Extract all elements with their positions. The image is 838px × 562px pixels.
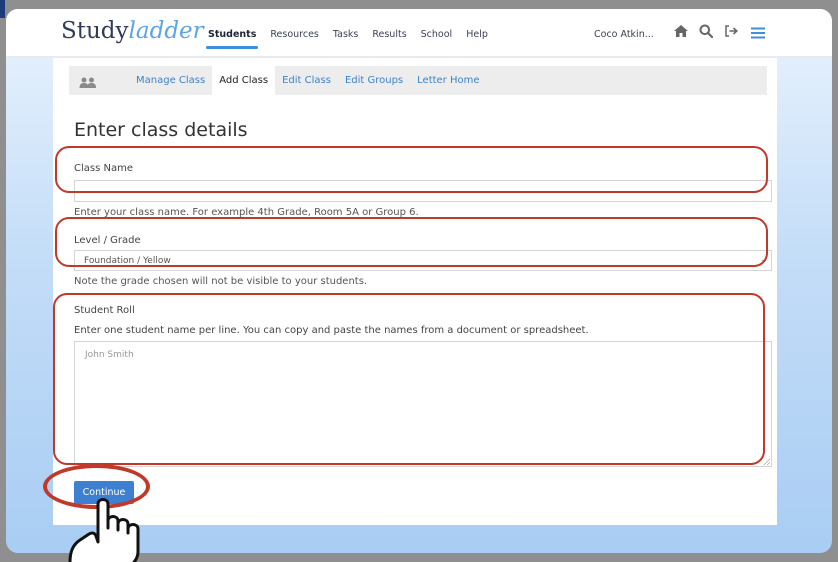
studyladder-logo[interactable]: Studyladder xyxy=(61,18,204,44)
student-roll-label: Student Roll xyxy=(74,305,135,316)
logo-text-italic: ladder xyxy=(128,18,204,44)
chevron-down-icon: ⌄ xyxy=(760,255,768,265)
level-grade-help: Note the grade chosen will not be visibl… xyxy=(74,276,368,287)
nav-resources[interactable]: Resources xyxy=(270,29,319,40)
subnav-edit-class[interactable]: Edit Class xyxy=(275,66,338,95)
browser-frame: Studyladder Students Resources Tasks Res… xyxy=(6,9,832,553)
home-icon[interactable] xyxy=(673,23,689,42)
nav-students[interactable]: Students xyxy=(205,29,259,49)
search-icon[interactable] xyxy=(699,23,714,42)
class-name-input[interactable] xyxy=(74,180,772,202)
subnav-items: Manage Class Add Class Edit Class Edit G… xyxy=(129,66,487,95)
class-subnav: Manage Class Add Class Edit Class Edit G… xyxy=(69,66,767,95)
subnav-letter-home[interactable]: Letter Home xyxy=(410,66,486,95)
level-grade-value: Foundation / Yellow xyxy=(84,256,171,266)
main-nav: Students Resources Tasks Results School … xyxy=(205,29,488,49)
subnav-edit-groups[interactable]: Edit Groups xyxy=(338,66,410,95)
corner-mark xyxy=(0,0,5,18)
nav-school[interactable]: School xyxy=(421,29,453,40)
continue-button[interactable]: Continue xyxy=(74,481,134,504)
page-title: Enter class details xyxy=(74,119,248,141)
users-icon xyxy=(79,74,97,93)
class-name-help: Enter your class name. For example 4th G… xyxy=(74,207,419,218)
logout-icon[interactable] xyxy=(724,23,739,42)
student-roll-textarea[interactable]: John Smith xyxy=(74,341,772,467)
level-grade-select[interactable]: Foundation / Yellow ⌄ xyxy=(74,250,772,271)
top-navbar: Studyladder Students Resources Tasks Res… xyxy=(6,9,832,57)
level-grade-label: Level / Grade xyxy=(74,235,141,246)
nav-results[interactable]: Results xyxy=(372,29,406,40)
subnav-add-class[interactable]: Add Class xyxy=(212,66,276,95)
student-roll-help: Enter one student name per line. You can… xyxy=(74,325,589,336)
content-card: Manage Class Add Class Edit Class Edit G… xyxy=(53,58,777,525)
subnav-manage-class[interactable]: Manage Class xyxy=(129,66,212,95)
nav-tasks[interactable]: Tasks xyxy=(333,29,358,40)
student-roll-placeholder: John Smith xyxy=(85,350,134,360)
class-name-label: Class Name xyxy=(74,163,133,174)
logo-text-plain: Study xyxy=(61,18,129,44)
resize-handle-icon[interactable] xyxy=(763,458,770,465)
user-name[interactable]: Coco Atkin... xyxy=(594,29,654,40)
nav-help[interactable]: Help xyxy=(466,29,488,40)
menu-icon[interactable] xyxy=(751,24,765,43)
